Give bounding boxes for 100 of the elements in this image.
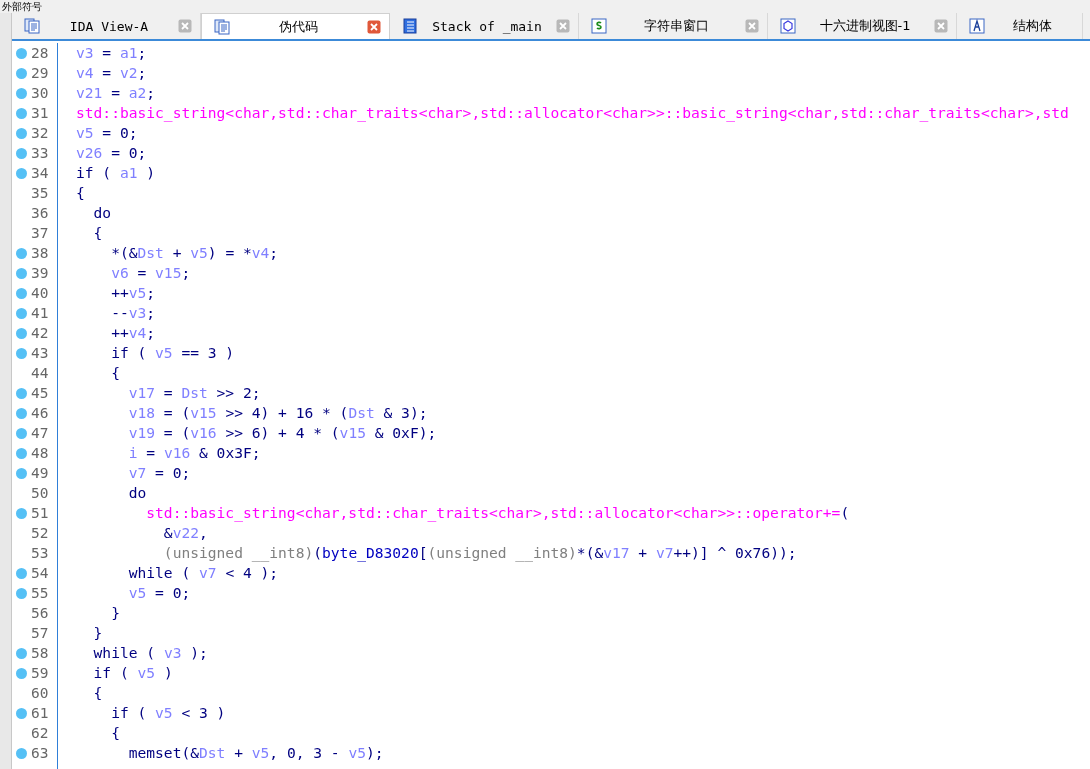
line-number: 56 bbox=[31, 605, 49, 621]
code-line: v19 = (v16 >> 6) + 4 * (v15 & 0xF); bbox=[127, 423, 438, 443]
line-number: 54 bbox=[31, 565, 49, 581]
breakpoint-dot[interactable] bbox=[16, 107, 27, 119]
breakpoint-dot[interactable] bbox=[16, 87, 27, 99]
tab[interactable]: 十六进制视图-1 bbox=[768, 13, 957, 39]
breakpoint-dot[interactable] bbox=[16, 327, 27, 339]
code-line: memset(&Dst + v5, 0, 3 - v5); bbox=[127, 743, 385, 763]
code-line: } bbox=[110, 603, 121, 623]
line-number: 36 bbox=[31, 205, 49, 221]
line-number: 32 bbox=[31, 125, 49, 141]
breakpoint-dot[interactable] bbox=[16, 427, 27, 439]
code-line: v5 = 0; bbox=[127, 583, 192, 603]
code-line: v4 = v2; bbox=[76, 63, 148, 83]
code-line: &v22, bbox=[162, 523, 209, 543]
close-icon[interactable] bbox=[934, 19, 948, 33]
breakpoint-dot[interactable] bbox=[16, 567, 27, 579]
code-line: do bbox=[92, 203, 113, 223]
line-number: 62 bbox=[31, 725, 49, 741]
code-line: { bbox=[92, 683, 104, 703]
line-number: 55 bbox=[31, 585, 49, 601]
line-number: 44 bbox=[31, 365, 49, 381]
line-number: 38 bbox=[31, 245, 49, 261]
close-icon[interactable] bbox=[556, 19, 570, 33]
line-number: 52 bbox=[31, 525, 49, 541]
code-line: ++v5; bbox=[110, 283, 157, 303]
breakpoint-dot[interactable] bbox=[16, 307, 27, 319]
close-icon[interactable] bbox=[745, 19, 759, 33]
panel-title: 外部符号 bbox=[2, 0, 42, 13]
code-line: { bbox=[110, 363, 121, 383]
code-line: v18 = (v15 >> 4) + 16 * (Dst & 3); bbox=[127, 403, 429, 423]
code-line: v17 = Dst >> 2; bbox=[127, 383, 262, 403]
breakpoint-dot[interactable] bbox=[16, 247, 27, 259]
breakpoint-dot[interactable] bbox=[16, 507, 27, 519]
breakpoint-dot[interactable] bbox=[16, 167, 27, 179]
breakpoint-dot[interactable] bbox=[16, 147, 27, 159]
line-number: 60 bbox=[31, 685, 49, 701]
breakpoint-dot[interactable] bbox=[16, 747, 27, 759]
tab[interactable]: Stack of _main bbox=[390, 13, 579, 39]
line-number: 37 bbox=[31, 225, 49, 241]
line-number: 28 bbox=[31, 45, 49, 61]
line-number: 29 bbox=[31, 65, 49, 81]
code-line: (unsigned __int8)(byte_D83020[(unsigned __int8)*(&v17 + v7++)] ^ 0x76)); bbox=[162, 543, 798, 563]
code-line: while ( v7 < 4 ); bbox=[127, 563, 280, 583]
stack-icon bbox=[402, 18, 418, 34]
code-line: v3 = a1; bbox=[76, 43, 148, 63]
code-line: if ( v5 ) bbox=[92, 663, 174, 683]
breakpoint-dot[interactable] bbox=[16, 387, 27, 399]
code-line: if ( v5 < 3 ) bbox=[110, 703, 227, 723]
breakpoint-dot[interactable] bbox=[16, 407, 27, 419]
code-line: i = v16 & 0x3F; bbox=[127, 443, 262, 463]
breakpoint-dot[interactable] bbox=[16, 447, 27, 459]
structure-icon bbox=[969, 18, 985, 34]
line-number: 51 bbox=[31, 505, 49, 521]
code-line: if ( v5 == 3 ) bbox=[110, 343, 236, 363]
breakpoint-dot[interactable] bbox=[16, 707, 27, 719]
line-number: 53 bbox=[31, 545, 49, 561]
line-number: 33 bbox=[31, 145, 49, 161]
code-line: v6 = v15; bbox=[110, 263, 192, 283]
line-number: 63 bbox=[31, 745, 49, 761]
line-number: 43 bbox=[31, 345, 49, 361]
line-number: 35 bbox=[31, 185, 49, 201]
code-line: v7 = 0; bbox=[127, 463, 192, 483]
line-number: 45 bbox=[31, 385, 49, 401]
line-number: 41 bbox=[31, 305, 49, 321]
code-line: if ( a1 ) bbox=[76, 163, 157, 183]
line-number: 50 bbox=[31, 485, 49, 501]
code-line: *(&Dst + v5) = *v4; bbox=[110, 243, 280, 263]
code-line: std::basic_string<char,std::char_traits<char>,std::allocator<char>>::basic_string<char,std::char_traits<char>,std bbox=[76, 103, 1070, 123]
code-line: do bbox=[127, 483, 148, 503]
document-icon bbox=[214, 18, 230, 35]
code-line: { bbox=[76, 183, 86, 203]
breakpoint-dot[interactable] bbox=[16, 287, 27, 299]
code-line: while ( v3 ); bbox=[92, 643, 209, 663]
breakpoint-dot[interactable] bbox=[16, 67, 27, 79]
breakpoint-dot[interactable] bbox=[16, 127, 27, 139]
breakpoint-dot[interactable] bbox=[16, 47, 27, 59]
breakpoint-dot[interactable] bbox=[16, 267, 27, 279]
line-number: 47 bbox=[31, 425, 49, 441]
line-number: 61 bbox=[31, 705, 49, 721]
breakpoint-dot[interactable] bbox=[16, 467, 27, 479]
breakpoint-dot[interactable] bbox=[16, 347, 27, 359]
code-line: --v3; bbox=[110, 303, 157, 323]
line-number: 58 bbox=[31, 645, 49, 661]
breakpoint-dot[interactable] bbox=[16, 587, 27, 599]
breakpoint-dot[interactable] bbox=[16, 647, 27, 659]
line-number: 57 bbox=[31, 625, 49, 641]
close-icon[interactable] bbox=[178, 19, 192, 33]
breakpoint-dot[interactable] bbox=[16, 667, 27, 679]
line-number: 48 bbox=[31, 445, 49, 461]
line-number: 46 bbox=[31, 405, 49, 421]
tab[interactable]: IDA View-A bbox=[12, 13, 201, 39]
tab[interactable]: 伪代码 bbox=[201, 13, 390, 39]
document-icon bbox=[24, 18, 40, 34]
code-line: std::basic_string<char,std::char_traits<char>,std::allocator<char>>::operator+=( bbox=[145, 503, 851, 523]
close-icon[interactable] bbox=[367, 19, 381, 34]
tab[interactable]: 字符串窗口 bbox=[579, 13, 768, 39]
code-line: } bbox=[92, 623, 104, 643]
tab[interactable]: 结构体 bbox=[957, 13, 1083, 39]
line-number: 59 bbox=[31, 665, 49, 681]
